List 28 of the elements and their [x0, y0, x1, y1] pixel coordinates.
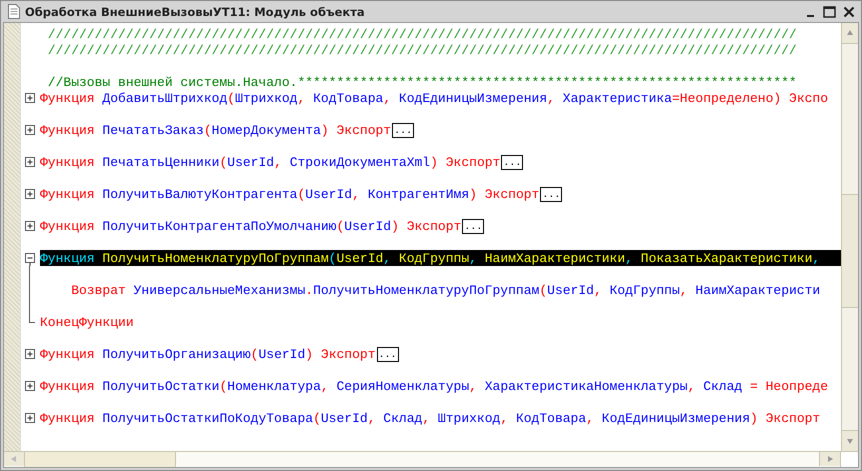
code-text: Функция ПолучитьОстатки(Номенклатура, СерияНоменклатуры, ХарактеристикаНоменклатуры, Склад = Неопреде [40, 378, 828, 394]
collapsed-block[interactable]: ... [501, 154, 524, 170]
vertical-scrollbar[interactable] [841, 23, 858, 451]
code-text: Функция ПолучитьНоменклатуруПоГруппам(UserId, КодГруппы, НаимХарактеристики, ПоказатьХарактеристики, [40, 250, 820, 266]
collapsed-block[interactable]: ... [540, 186, 562, 202]
code-text: Функция ПолучитьОрганизацию(UserId) Экспорт [40, 346, 376, 362]
code-text: Функция ДобавитьШтрихкод(Штрихкод, КодТовара, КодЕдиницыИзмерения, Характеристика=Неопределено) Экспо [40, 90, 828, 106]
scroll-thumb[interactable] [24, 452, 176, 467]
collapsed-block[interactable]: ... [376, 346, 399, 362]
maximize-icon[interactable] [823, 6, 836, 18]
scroll-thumb[interactable] [842, 194, 858, 308]
code-text: КонецФункции [40, 314, 134, 330]
code-text: Функция ПечататьЦенники(UserId, СтрокиДокументаXml) Экспорт [40, 154, 500, 170]
fold-end-line [29, 314, 35, 323]
code-text: Функция ПечататьЗаказ(НомерДокумента) Экспорт [40, 122, 392, 138]
code-text: Функция ПолучитьОстаткиПоКодуТовара(UserId, Склад, Штрихкод, КодТовара, КодЕдиницыИзмерения) Экспорт [40, 410, 820, 426]
code-text: Функция ПолучитьВалютуКонтрагента(UserId, КонтрагентИмя) Экспорт [40, 186, 540, 202]
code-text: //////////////////////////////////////////////////////////////////////////////////////////////// [46, 42, 797, 58]
close-icon[interactable] [843, 6, 855, 18]
collapsed-block[interactable]: ... [462, 218, 484, 234]
code-text: //Вызовы внешней системы.Начало.**************************************************************** [46, 74, 797, 90]
horizontal-scrollbar[interactable] [4, 451, 858, 467]
code-text: Возврат УниверсальныеМеханизмы.ПолучитьНоменклатуруПоГруппам(UserId, КодГруппы, НаимХарактеристи [70, 282, 820, 298]
collapsed-block[interactable]: ... [392, 122, 414, 138]
document-icon [8, 4, 20, 19]
code-text: Функция ПолучитьКонтрагентаПоУмолчанию(UserId) Экспорт [40, 218, 462, 234]
window-title: Обработка ВнешниеВызовыУТ11: Модуль объекта [25, 4, 365, 18]
code-text: //////////////////////////////////////////////////////////////////////////////////////////////// [46, 26, 797, 42]
